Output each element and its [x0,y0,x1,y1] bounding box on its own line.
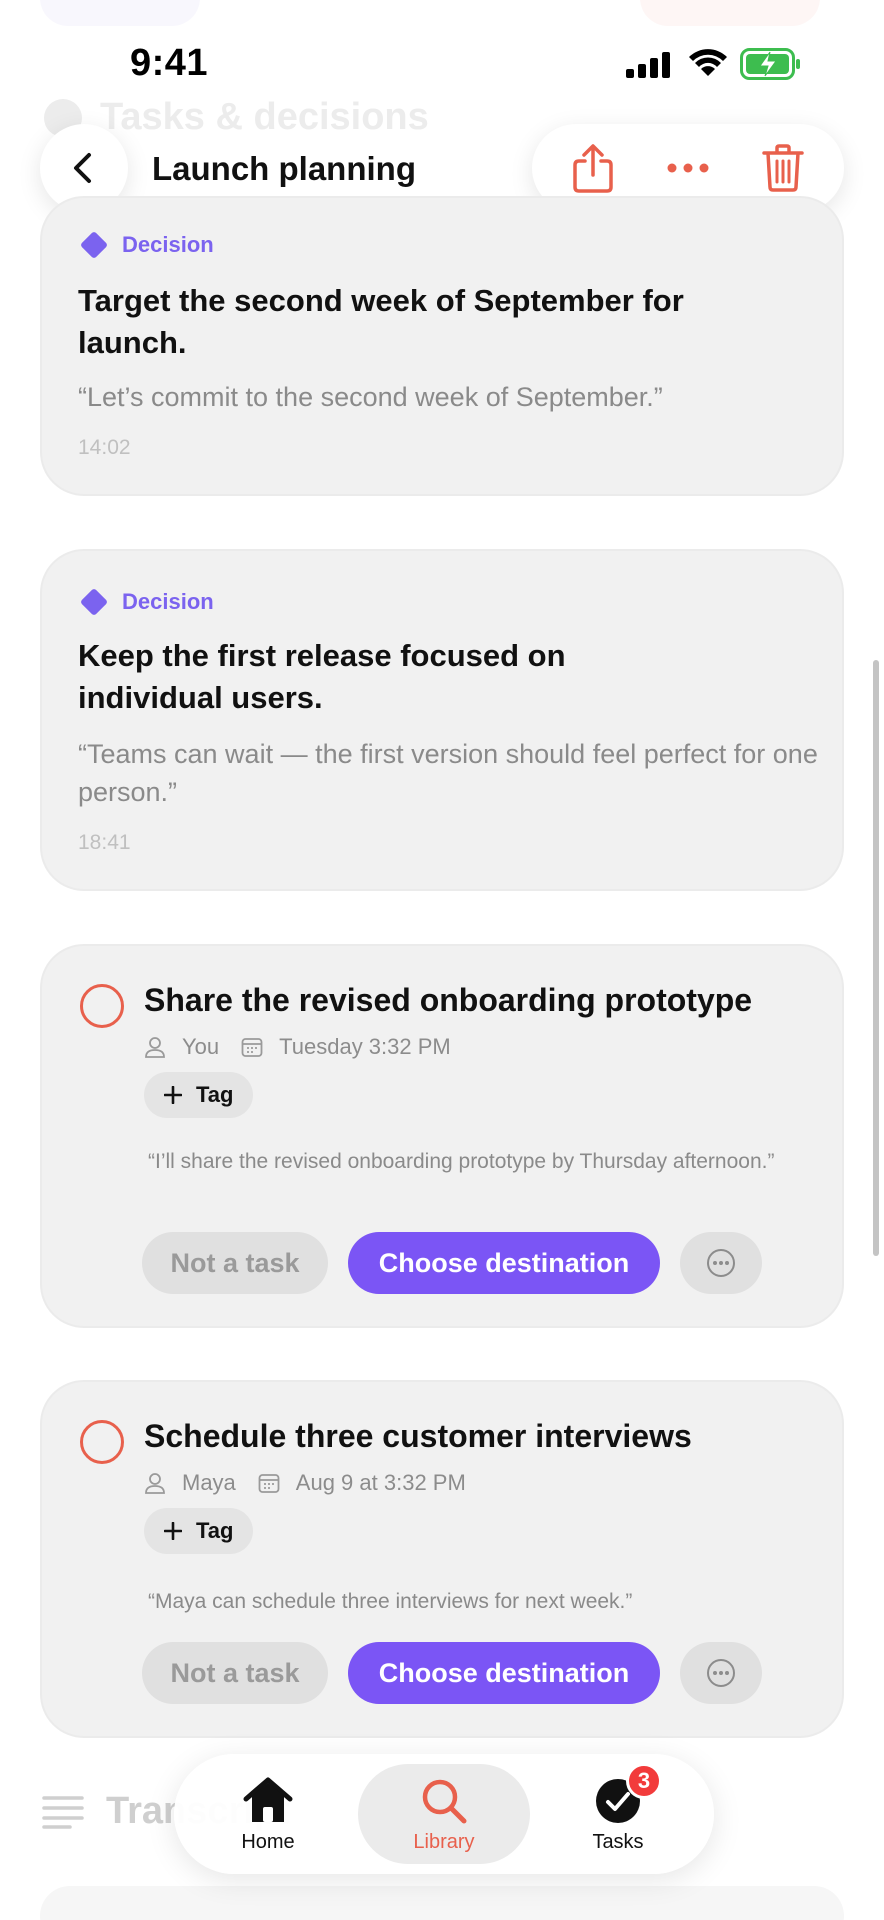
tab-tasks[interactable]: 3 Tasks [532,1762,704,1864]
decision-tag: Decision [78,230,214,260]
scrollbar[interactable] [873,660,879,1256]
task-meta: Maya Aug 9 at 3:32 PM [144,1470,466,1496]
page-title: Launch planning [152,150,416,187]
checkmark-circle-icon: 3 [592,1762,662,1827]
task-assignee[interactable]: You [182,1034,219,1060]
ellipsis-circle-icon [707,1659,735,1687]
tab-library[interactable]: Library [358,1764,530,1864]
add-tag-button[interactable]: Tag [144,1072,254,1118]
task-more-button[interactable] [680,1232,762,1294]
task-actions: Not a task Choose destination [142,1232,762,1294]
person-icon [145,1473,165,1494]
chevron-left-icon [74,153,91,183]
share-button[interactable] [563,138,623,198]
decision-quote: “Let’s commit to the second week of Sept… [78,382,663,412]
decision-tag: Decision [78,587,214,617]
task-actions: Not a task Choose destination [142,1642,762,1704]
choose-destination-button[interactable]: Choose destination [348,1642,660,1704]
cellular-signal-icon [626,52,670,78]
house-icon [242,1775,294,1827]
task-complete-checkbox[interactable] [80,984,124,1028]
task-title[interactable]: Schedule three customer interviews [144,1418,692,1455]
task-meta: You Tuesday 3:32 PM [144,1034,451,1060]
tab-bar: Home Library 3 Tasks [174,1754,714,1874]
decision-title: Keep the first release focused on indivi… [78,638,566,715]
delete-button[interactable] [753,138,813,198]
decision-card[interactable]: Decision Target the second week of Septe… [40,196,844,496]
plus-icon [164,1086,182,1104]
calendar-icon [258,1474,280,1493]
decision-timestamp[interactable]: 14:02 [78,436,131,460]
ellipsis-circle-icon [707,1249,735,1277]
task-complete-checkbox[interactable] [80,1420,124,1464]
decision-quote: “Teams can wait — the first version shou… [78,739,818,807]
task-more-button[interactable] [680,1642,762,1704]
ellipsis-icon [667,163,709,173]
text-lines-icon [42,1795,84,1829]
task-due-date[interactable]: Tuesday 3:32 PM [279,1034,451,1060]
status-bar: 9:41 [0,0,884,120]
decision-timestamp[interactable]: 18:41 [78,831,131,855]
search-icon [418,1775,470,1827]
plus-icon [164,1522,182,1540]
calendar-icon [241,1038,263,1057]
add-tag-button[interactable]: Tag [144,1508,254,1554]
battery-charging-icon [740,48,800,80]
task-card: Share the revised onboarding prototype Y… [40,944,844,1328]
share-icon [573,144,614,193]
task-due-date[interactable]: Aug 9 at 3:32 PM [296,1470,466,1496]
tasks-badge: 3 [626,1762,662,1799]
not-a-task-button[interactable]: Not a task [142,1642,328,1704]
diamond-icon [79,230,109,260]
decision-card[interactable]: Decision Keep the first release focused … [40,549,844,891]
trash-icon [761,144,804,192]
task-title[interactable]: Share the revised onboarding prototype [144,982,752,1019]
task-card: Schedule three customer interviews Maya … [40,1380,844,1738]
wifi-icon [689,49,727,76]
task-assignee[interactable]: Maya [182,1470,236,1496]
tab-home[interactable]: Home [182,1764,354,1864]
more-button[interactable] [658,138,718,198]
background-card [40,1886,844,1920]
diamond-icon [79,587,109,617]
task-quote: “Maya can schedule three interviews for … [148,1590,633,1613]
task-quote: “I’ll share the revised onboarding proto… [148,1150,775,1173]
status-time: 9:41 [130,42,209,84]
not-a-task-button[interactable]: Not a task [142,1232,328,1294]
person-icon [145,1037,165,1058]
choose-destination-button[interactable]: Choose destination [348,1232,660,1294]
decision-title: Target the second week of September for … [78,283,684,360]
